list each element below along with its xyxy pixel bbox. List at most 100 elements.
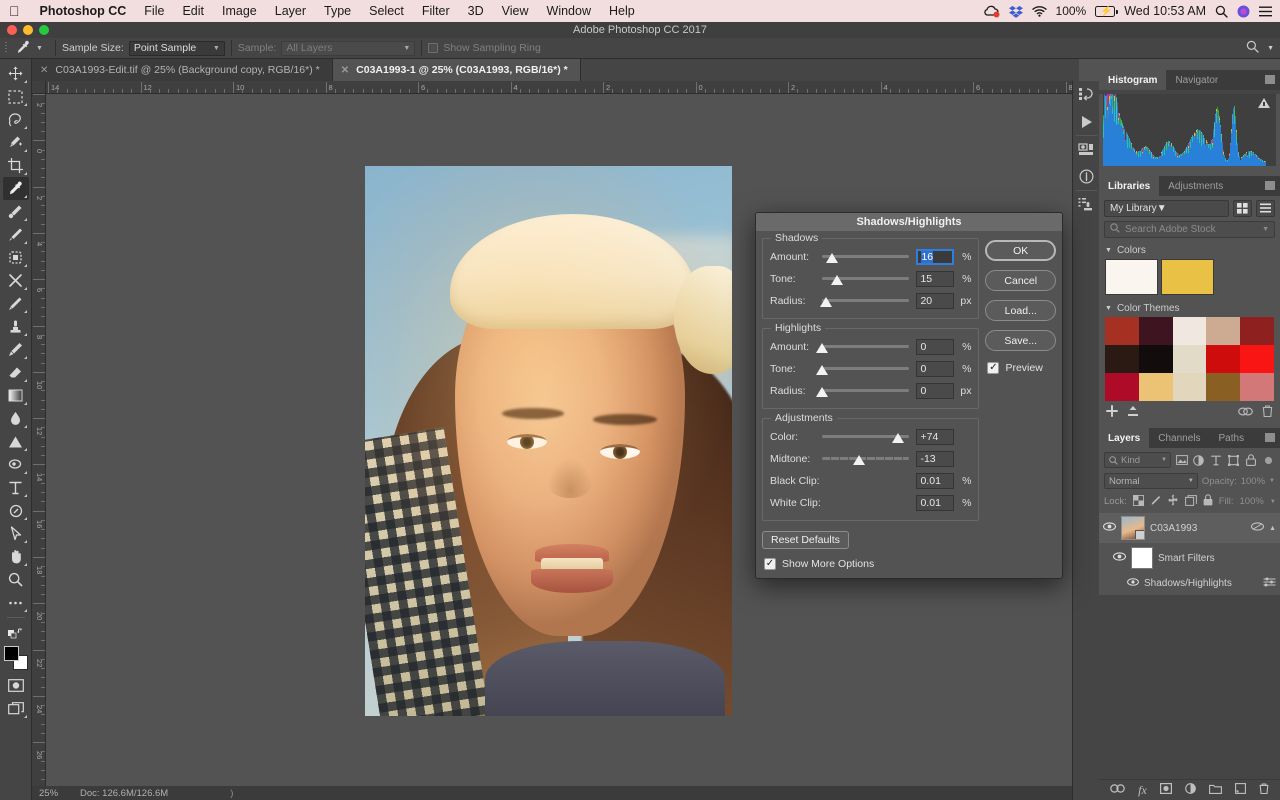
dropbox-icon[interactable] [1008, 5, 1023, 18]
chevron-down-icon-4[interactable]: ▼ [1262, 226, 1269, 233]
lock-position-icon[interactable] [1167, 494, 1179, 509]
eyedropper-tool[interactable] [2, 177, 29, 200]
tab-histogram[interactable]: Histogram [1099, 70, 1167, 90]
save-button[interactable]: Save... [985, 330, 1056, 351]
color-theme-swatch[interactable] [1206, 317, 1241, 345]
menu-app-name[interactable]: Photoshop CC [31, 4, 136, 18]
eraser-tool-2[interactable] [3, 361, 29, 384]
close-button[interactable] [7, 25, 17, 35]
smartobject-filter-icon[interactable] [1244, 452, 1257, 468]
document-tab-2[interactable]: ✕ C03A1993-1 @ 25% (C03A1993, RGB/16*) * [332, 59, 581, 81]
library-select[interactable]: My Library ▼ [1104, 200, 1229, 217]
pen-tool[interactable] [3, 453, 29, 476]
color-theme-row[interactable] [1105, 373, 1274, 401]
close-icon-2[interactable]: ✕ [341, 65, 349, 76]
type-tool[interactable] [3, 476, 29, 499]
shadows-radius-input[interactable]: 20 [916, 293, 955, 309]
adjustment-filter-icon[interactable] [1192, 452, 1205, 468]
window-controls[interactable] [7, 25, 49, 35]
color-theme-swatch[interactable] [1172, 373, 1207, 401]
menu-image[interactable]: Image [213, 4, 266, 18]
color-theme-swatch[interactable] [1138, 373, 1173, 401]
grid-view-icon[interactable] [1233, 200, 1252, 217]
smart-filters-mask-thumbnail[interactable] [1131, 547, 1153, 569]
color-theme-swatch[interactable] [1138, 317, 1173, 345]
layer-thumbnail[interactable] [1121, 516, 1145, 540]
foreground-color-swatch[interactable] [3, 646, 19, 661]
smart-filter-eye-icon[interactable] [1251, 522, 1265, 534]
quick-selection-tool[interactable] [3, 131, 29, 154]
zoom-level[interactable]: 25% [32, 788, 80, 799]
menu-file[interactable]: File [135, 4, 173, 18]
collapse-chevron-icon[interactable]: ▲ [1269, 525, 1276, 532]
lock-image-icon[interactable] [1150, 495, 1161, 509]
brush-tool[interactable] [3, 223, 29, 246]
filter-toggle[interactable] [1262, 452, 1275, 468]
layer-style-fx-icon[interactable]: fx [1138, 783, 1147, 798]
minimize-button[interactable] [23, 25, 33, 35]
menu-view[interactable]: View [493, 4, 538, 18]
horizontal-ruler[interactable]: 14 12 10 8 6 4 2 0 2 4 6 8 [46, 81, 1079, 94]
eraser-tool[interactable] [3, 292, 29, 315]
notification-center-icon[interactable] [1259, 6, 1272, 17]
table-row-2[interactable]: Smart Filters [1099, 543, 1280, 573]
menu-edit[interactable]: Edit [173, 4, 213, 18]
rectangular-marquee-tool[interactable] [3, 85, 29, 108]
mixer-brush-tool[interactable] [3, 338, 29, 361]
color-theme-swatch[interactable] [1240, 345, 1274, 373]
new-group-icon[interactable] [1208, 784, 1222, 797]
lock-all-icon[interactable] [1203, 494, 1213, 509]
foreground-background-color[interactable] [3, 646, 29, 670]
options-bar-grip[interactable] [0, 38, 12, 58]
gradient-tool[interactable] [3, 384, 29, 407]
lasso-tool[interactable] [3, 108, 29, 131]
list-view-icon[interactable] [1256, 200, 1275, 217]
filter-blending-options-icon[interactable] [1263, 577, 1276, 590]
add-mask-icon[interactable] [1159, 783, 1172, 797]
show-more-options-checkbox[interactable]: ✓ [764, 558, 776, 570]
zoom-tool[interactable] [3, 568, 29, 591]
status-expand-arrow[interactable]: ) [230, 788, 233, 799]
trash-icon[interactable] [1262, 405, 1273, 420]
wifi-icon[interactable] [1031, 5, 1047, 17]
blur-tool[interactable] [3, 407, 29, 430]
new-fill-adjustment-icon[interactable] [1184, 783, 1196, 797]
stamp-tool[interactable] [3, 315, 29, 338]
show-sampling-ring-checkbox[interactable] [428, 43, 439, 53]
lock-transparent-icon[interactable] [1132, 494, 1144, 509]
table-row-3[interactable]: Shadows/Highlights [1099, 573, 1280, 593]
adjustments-midtone-input[interactable]: -13 [916, 451, 955, 467]
shadows-radius-slider[interactable] [820, 293, 910, 309]
pixel-filter-icon[interactable] [1175, 452, 1188, 468]
layer-name[interactable]: C03A1993 [1150, 523, 1246, 534]
tab-channels[interactable]: Channels [1149, 428, 1209, 448]
direct-selection-tool[interactable] [3, 522, 29, 545]
cloud-sync-icon[interactable] [982, 5, 1000, 18]
opacity-value[interactable]: 100% [1241, 476, 1265, 487]
white-clip-input[interactable]: 0.01 [916, 495, 955, 511]
spot-healing-brush-tool[interactable] [3, 200, 29, 223]
hand-tool[interactable] [3, 545, 29, 568]
cloud-icon[interactable] [1238, 406, 1253, 420]
histogram-chart[interactable] [1103, 94, 1276, 166]
highlights-tone-slider[interactable] [816, 361, 910, 377]
black-clip-input[interactable]: 0.01 [916, 473, 955, 489]
layer-filter-kind-select[interactable]: Kind ▼ [1104, 452, 1171, 468]
menu-help[interactable]: Help [600, 4, 644, 18]
color-theme-swatches[interactable] [1099, 317, 1280, 401]
ruler-corner[interactable] [32, 81, 46, 94]
panel-menu-icon[interactable] [1265, 75, 1275, 84]
shadows-tone-input[interactable]: 15 [916, 271, 955, 287]
vertical-ruler[interactable]: 2 0 2 4 6 8 10 12 14 16 18 20 22 24 26 [32, 94, 46, 786]
dodge-tool[interactable] [3, 430, 29, 453]
eyedropper-icon[interactable] [12, 40, 34, 57]
upload-icon[interactable] [1127, 405, 1139, 420]
fill-value[interactable]: 100% [1240, 496, 1264, 507]
cancel-button[interactable]: Cancel [985, 270, 1056, 291]
highlights-radius-slider[interactable] [816, 383, 910, 399]
color-theme-swatch[interactable] [1138, 345, 1173, 373]
menu-filter[interactable]: Filter [413, 4, 459, 18]
blend-mode-select[interactable]: Normal ▼ [1104, 473, 1198, 489]
adobe-stock-search[interactable]: Search Adobe Stock ▼ [1104, 221, 1275, 238]
adjustments-color-slider[interactable] [822, 429, 910, 445]
